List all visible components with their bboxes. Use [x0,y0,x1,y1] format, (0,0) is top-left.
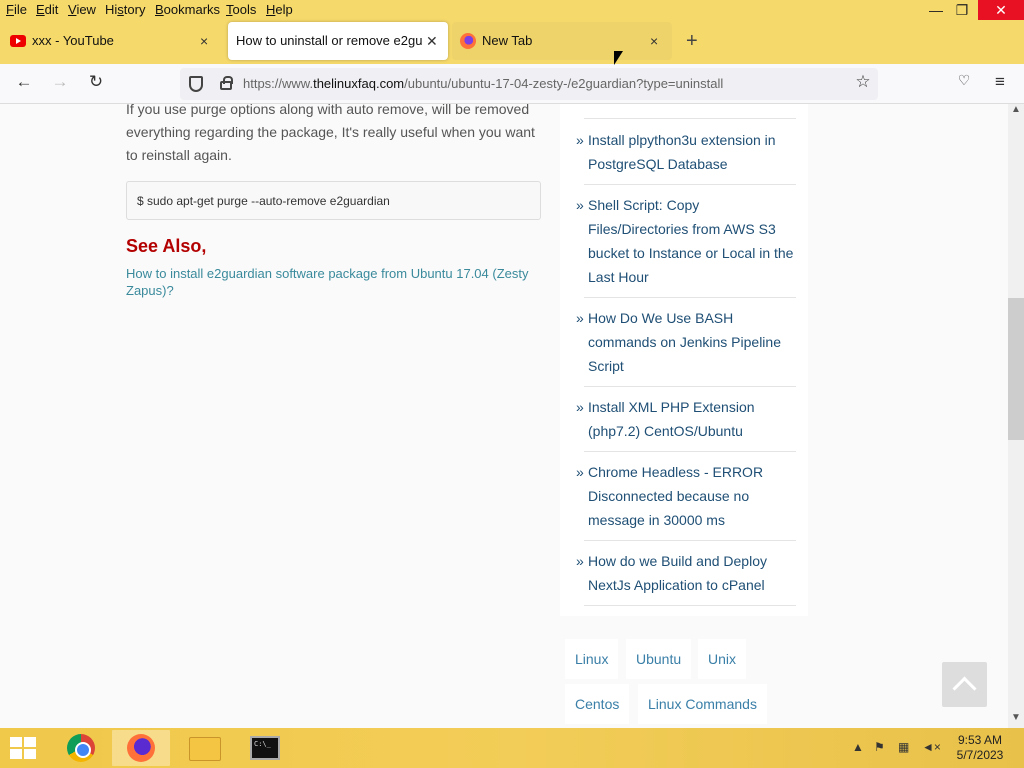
tray-expand-icon[interactable]: ▲ [852,740,864,754]
close-tab-icon[interactable]: × [200,22,208,60]
tag-linux-commands[interactable]: Linux Commands [638,684,767,724]
related-post-link[interactable]: » How Do We Use BASH commands on Jenkins … [576,306,796,378]
menu-history[interactable]: History [105,2,145,17]
divider [584,386,796,387]
related-post-link[interactable]: » Install plpython3u extension in Postgre… [576,128,796,176]
menu-view[interactable]: View [68,2,96,17]
menu-file[interactable]: File [6,2,27,17]
mouse-cursor-icon [614,51,623,65]
clock-time: 9:53 AM [957,733,1003,747]
see-also-link[interactable]: How to install e2guardian software packa… [126,265,546,299]
bookmark-star-icon[interactable]: ☆ [851,72,875,92]
taskbar-command-prompt[interactable] [236,730,294,766]
scrollbar-thumb[interactable] [1008,298,1024,440]
tab-title: How to uninstall or remove e2guardian [236,33,422,48]
url-text[interactable]: https://www.thelinuxfaq.com/ubuntu/ubunt… [243,76,723,91]
youtube-icon [10,35,26,47]
windows-start-button[interactable] [10,737,38,759]
menu-tools[interactable]: Tools [226,2,256,17]
folder-icon [189,737,221,761]
forward-arrow-icon[interactable]: → [48,72,72,92]
divider [584,184,796,185]
menu-bookmarks[interactable]: Bookmarks [155,2,220,17]
article-paragraph: If you use purge options along with auto… [126,104,535,163]
tag-ubuntu[interactable]: Ubuntu [626,639,692,679]
taskbar-chrome[interactable] [52,730,110,766]
restore-button[interactable]: ❐ [946,0,978,20]
firefox-icon [460,33,476,49]
tab-title: xxx - YouTube [32,33,114,48]
tab-youtube[interactable]: xxx - YouTube × [0,22,222,60]
related-post-link[interactable]: » Chrome Headless - ERROR Disconnected be… [576,460,796,532]
back-arrow-icon[interactable]: ← [12,72,36,92]
tag-linux[interactable]: Linux [565,639,619,679]
lock-icon[interactable] [220,76,233,90]
command-prompt-icon [250,736,280,760]
close-tab-icon[interactable]: ✕ [426,22,438,60]
code-block: $ sudo apt-get purge --auto-remove e2gua… [126,181,541,220]
url-bar[interactable]: https://www.thelinuxfaq.com/ubuntu/ubunt… [180,68,878,100]
menu-help[interactable]: Help [266,2,293,17]
tag-unix[interactable]: Unix [698,639,747,679]
scroll-to-top-button[interactable] [942,662,987,707]
chrome-icon [67,734,95,762]
related-post-link[interactable]: » Install XML PHP Extension (php7.2) Cent… [576,395,796,443]
taskbar-firefox[interactable] [112,730,170,766]
menu-bar: File Edit View History Bookmarks Tools H… [0,0,1024,20]
clock-date: 5/7/2023 [956,748,1004,762]
tag-centos[interactable]: Centos [565,684,630,724]
windows-taskbar: ▲ ⚑ ▦ ◄× 9:53 AM 5/7/2023 [0,728,1024,768]
page-content: If you use purge options along with auto… [0,104,1008,728]
tab-new-tab[interactable]: New Tab × [452,22,672,60]
network-icon[interactable]: ▦ [898,740,909,754]
close-window-button[interactable]: ✕ [978,0,1024,20]
divider [584,540,796,541]
action-center-flag-icon[interactable]: ⚑ [874,740,885,754]
tab-title: New Tab [482,33,533,48]
related-post-link[interactable]: » How do we Build and Deploy NextJs Appli… [576,549,796,597]
vertical-scrollbar[interactable]: ▲ ▼ [1008,104,1024,728]
see-also-heading: See Also, [126,236,207,256]
pocket-icon[interactable]: ♡ [952,72,976,89]
related-posts-sidebar: » Install plpython3u extension in Postgre… [560,104,808,616]
tab-e2guardian[interactable]: How to uninstall or remove e2guardian ✕ [228,22,448,60]
browser-chrome: File Edit View History Bookmarks Tools H… [0,0,1024,104]
firefox-icon [127,734,155,762]
new-tab-plus-icon[interactable]: + [686,30,698,53]
divider [584,451,796,452]
scroll-up-arrow-icon[interactable]: ▲ [1008,104,1024,118]
divider [584,118,796,119]
related-post-link[interactable]: » Shell Script: Copy Files/Directories fr… [576,193,796,289]
reload-icon[interactable]: ↻ [84,72,108,92]
volume-muted-icon[interactable]: ◄× [922,740,941,754]
system-clock[interactable]: 9:53 AM 5/7/2023 [952,733,1008,763]
close-tab-icon[interactable]: × [650,22,658,60]
divider [584,605,796,606]
hamburger-menu-icon[interactable]: ≡ [988,72,1012,92]
divider [584,297,796,298]
taskbar-file-explorer[interactable] [176,730,234,766]
scroll-down-arrow-icon[interactable]: ▼ [1008,712,1024,726]
navigation-bar: ← → ↻ https://www.thelinuxfaq.com/ubuntu… [0,64,1024,104]
menu-edit[interactable]: Edit [36,2,58,17]
tracking-shield-icon[interactable] [189,76,203,92]
